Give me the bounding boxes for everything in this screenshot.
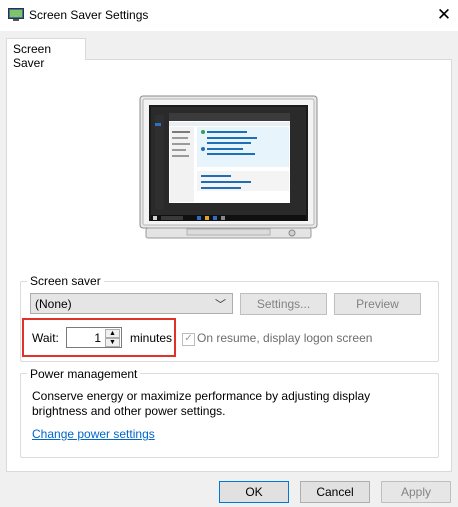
settings-button[interactable]: Settings... bbox=[240, 293, 327, 315]
window-title: Screen Saver Settings bbox=[29, 8, 149, 22]
screen-saver-selected-value: (None) bbox=[35, 297, 72, 311]
resume-label: On resume, display logon screen bbox=[197, 331, 373, 345]
tab-label: Screen Saver bbox=[13, 42, 52, 70]
cancel-button[interactable]: Cancel bbox=[300, 481, 370, 503]
screen-saver-group-label: Screen saver bbox=[27, 274, 104, 288]
screen-saver-select[interactable]: (None) ﹀ bbox=[30, 293, 233, 314]
screen-saver-app-icon bbox=[8, 8, 24, 22]
power-description: Conserve energy or maximize performance … bbox=[32, 389, 371, 418]
resume-checkbox[interactable]: ✓ bbox=[182, 333, 195, 346]
apply-button[interactable]: Apply bbox=[381, 481, 451, 503]
close-icon[interactable]: ✕ bbox=[433, 4, 455, 26]
wait-highlight-box bbox=[22, 318, 176, 357]
monitor-preview bbox=[139, 95, 318, 240]
tab-screen-saver[interactable]: Screen Saver bbox=[6, 38, 86, 70]
change-power-settings-link[interactable]: Change power settings bbox=[32, 427, 155, 441]
power-group-label: Power management bbox=[27, 367, 141, 381]
ok-button[interactable]: OK bbox=[219, 481, 289, 503]
preview-button[interactable]: Preview bbox=[334, 293, 421, 315]
chevron-down-icon: ﹀ bbox=[215, 299, 226, 311]
